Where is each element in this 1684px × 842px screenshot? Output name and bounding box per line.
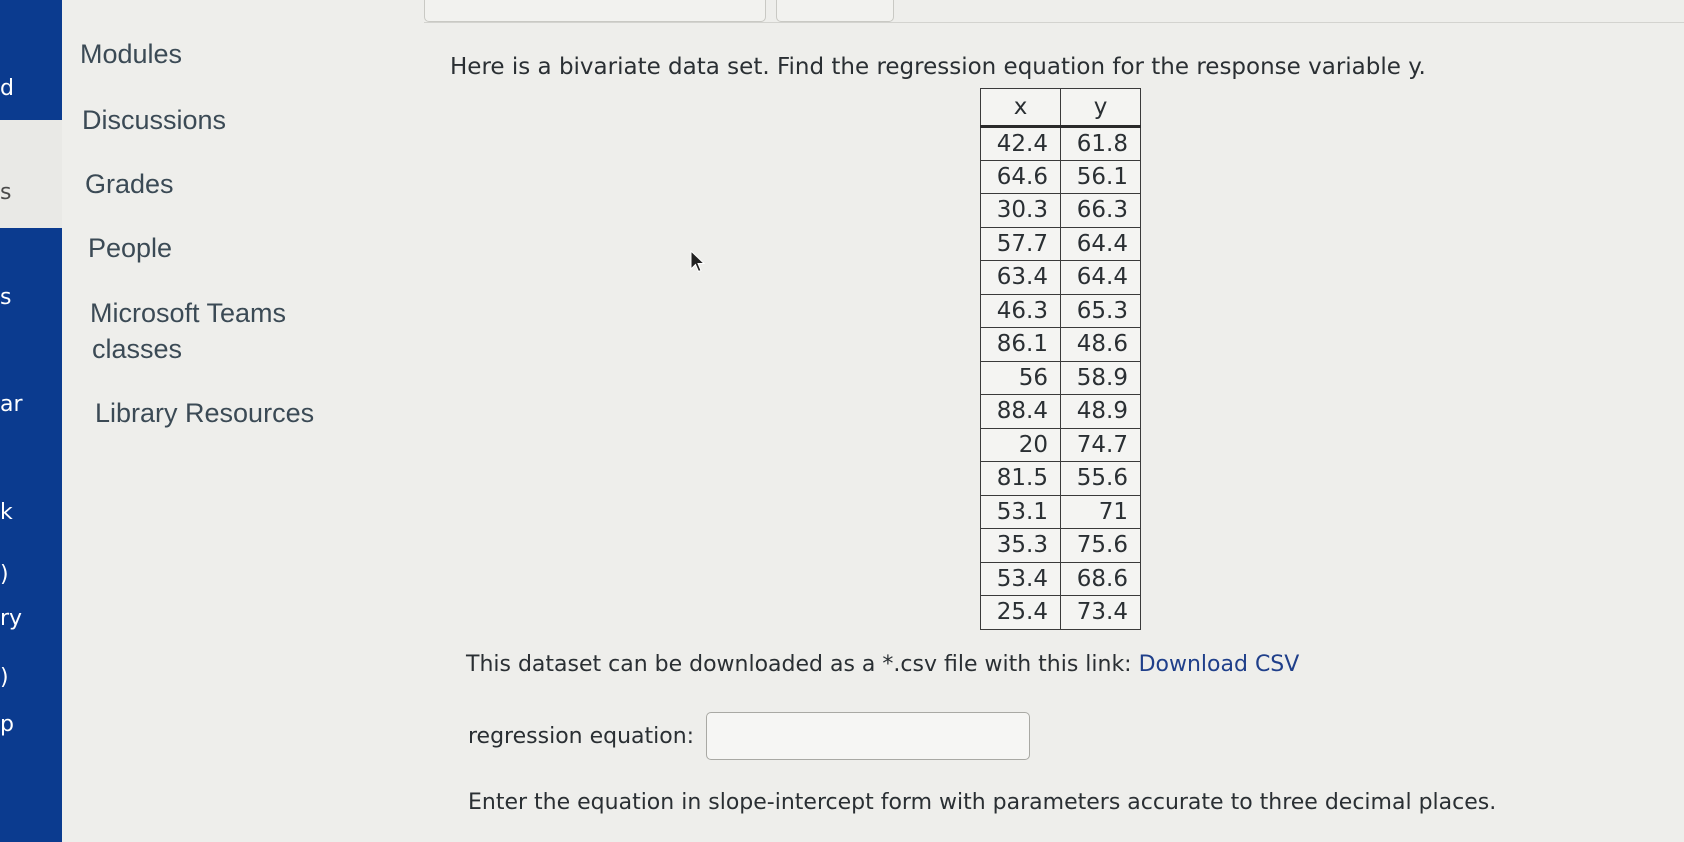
table-cell-x: 25.4 <box>980 595 1061 630</box>
course-nav-item-microsoft-teams[interactable]: Microsoft Teams <box>90 295 286 331</box>
table-row: 86.1 48.6 <box>980 327 1141 362</box>
table-cell-x: 53.1 <box>980 494 1061 529</box>
table-cell-x: 53.4 <box>980 561 1061 596</box>
table-row: 63.4 64.4 <box>980 260 1141 295</box>
global-nav-fragment[interactable]: ar <box>0 392 23 417</box>
global-nav: d s s ar k ) ry ) p <box>0 0 62 842</box>
download-csv-link[interactable]: Download CSV <box>1139 652 1300 677</box>
table-row: 64.6 56.1 <box>980 159 1141 194</box>
course-nav-item-modules[interactable]: Modules <box>80 36 182 72</box>
table-cell-x: 46.3 <box>980 293 1061 328</box>
table-cell-x: 88.4 <box>980 394 1061 429</box>
answer-instructions: Enter the equation in slope-intercept fo… <box>468 790 1497 815</box>
table-cell-x: 56 <box>980 360 1061 395</box>
table-row: 46.3 65.3 <box>980 293 1141 328</box>
global-nav-fragment[interactable]: k <box>0 500 13 525</box>
table-cell-x: 81.5 <box>980 461 1061 496</box>
regression-equation-label: regression equation: <box>468 724 695 749</box>
csv-download-line: This dataset can be downloaded as a *.cs… <box>466 652 1299 677</box>
table-cell-y: 56.1 <box>1060 159 1141 194</box>
table-cell-x: 20 <box>980 427 1061 462</box>
table-header-y: y <box>1060 88 1141 128</box>
table-cell-y: 61.8 <box>1060 126 1141 161</box>
global-nav-fragment[interactable]: s <box>0 180 11 205</box>
table-row: 81.5 55.6 <box>980 461 1141 496</box>
table-cell-x: 30.3 <box>980 193 1061 228</box>
regression-equation-input[interactable] <box>706 712 1030 760</box>
table-cell-y: 55.6 <box>1060 461 1141 496</box>
course-nav-item-grades[interactable]: Grades <box>85 166 174 202</box>
table-cell-y: 64.4 <box>1060 260 1141 295</box>
question-prompt: Here is a bivariate data set. Find the r… <box>450 54 1426 80</box>
table-cell-y: 73.4 <box>1060 595 1141 630</box>
global-nav-fragment[interactable]: s <box>0 285 11 310</box>
top-tab[interactable] <box>424 0 766 22</box>
table-row: 30.3 66.3 <box>980 193 1141 228</box>
course-nav-item-library-resources[interactable]: Library Resources <box>95 395 314 431</box>
table-cell-x: 42.4 <box>980 126 1061 161</box>
course-nav-item-microsoft-teams-classes[interactable]: classes <box>92 331 182 367</box>
table-cell-y: 48.6 <box>1060 327 1141 362</box>
course-nav-item-discussions[interactable]: Discussions <box>82 102 226 138</box>
table-cell-y: 75.6 <box>1060 528 1141 563</box>
table-cell-y: 58.9 <box>1060 360 1141 395</box>
table-cell-y: 64.4 <box>1060 226 1141 261</box>
table-cell-x: 63.4 <box>980 260 1061 295</box>
table-cell-y: 66.3 <box>1060 193 1141 228</box>
table-row: 56 58.9 <box>980 360 1141 395</box>
global-nav-fragment[interactable]: d <box>0 76 14 101</box>
global-nav-fragment[interactable]: p <box>0 712 14 737</box>
table-cell-x: 64.6 <box>980 159 1061 194</box>
table-cell-x: 86.1 <box>980 327 1061 362</box>
table-cell-x: 35.3 <box>980 528 1061 563</box>
global-nav-fragment[interactable]: ry <box>0 606 22 631</box>
table-row: 25.4 73.4 <box>980 595 1141 630</box>
table-cell-y: 68.6 <box>1060 561 1141 596</box>
table-row: 57.7 64.4 <box>980 226 1141 261</box>
global-nav-fragment[interactable]: ) <box>0 665 9 690</box>
divider <box>424 22 1684 23</box>
course-nav: Modules Discussions Grades People Micros… <box>62 0 422 842</box>
table-row: 35.3 75.6 <box>980 528 1141 563</box>
table-header-row: x y <box>980 88 1141 128</box>
mouse-pointer-icon <box>690 250 706 273</box>
table-cell-y: 65.3 <box>1060 293 1141 328</box>
top-tab[interactable] <box>776 0 894 22</box>
data-table: x y 42.4 61.8 64.6 56.1 30.3 66.3 57.7 64.4 … <box>980 88 1141 630</box>
table-row: 53.4 68.6 <box>980 561 1141 596</box>
table-cell-y: 71 <box>1060 494 1141 529</box>
course-nav-item-people[interactable]: People <box>88 230 172 266</box>
table-row: 20 74.7 <box>980 427 1141 462</box>
table-cell-y: 48.9 <box>1060 394 1141 429</box>
table-cell-x: 57.7 <box>980 226 1061 261</box>
table-header-x: x <box>980 88 1061 128</box>
table-cell-y: 74.7 <box>1060 427 1141 462</box>
global-nav-gap <box>0 120 62 228</box>
table-row: 42.4 61.8 <box>980 126 1141 161</box>
table-row: 53.1 71 <box>980 494 1141 529</box>
table-row: 88.4 48.9 <box>980 394 1141 429</box>
global-nav-fragment[interactable]: ) <box>0 562 9 587</box>
csv-download-text: This dataset can be downloaded as a *.cs… <box>466 652 1139 677</box>
